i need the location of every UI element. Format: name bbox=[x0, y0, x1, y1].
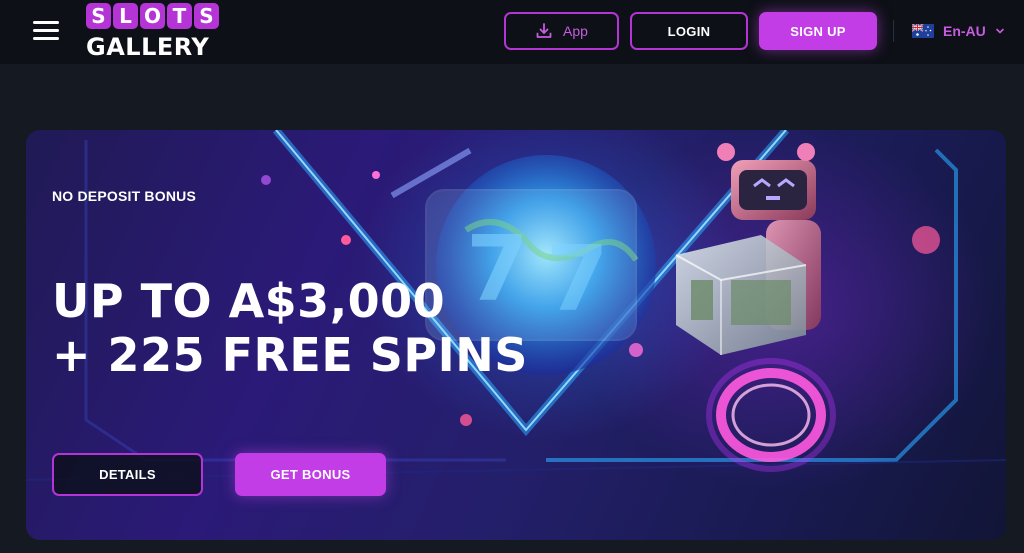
logo-letter: O bbox=[140, 3, 165, 29]
language-selector[interactable]: En-AU bbox=[912, 20, 1005, 42]
get-bonus-button[interactable]: GET BONUS bbox=[235, 453, 386, 496]
login-button[interactable]: LOGIN bbox=[630, 12, 748, 50]
logo-letter: T bbox=[167, 3, 192, 29]
details-button[interactable]: DETAILS bbox=[52, 453, 203, 496]
hamburger-menu-icon[interactable] bbox=[33, 21, 59, 41]
login-button-label: LOGIN bbox=[667, 23, 711, 39]
svg-text:7: 7 bbox=[546, 227, 609, 332]
headline-line-1: UP TO A$3,000 bbox=[52, 274, 446, 328]
logo-letter: L bbox=[113, 3, 138, 29]
chevron-down-icon bbox=[995, 28, 1004, 34]
header-divider bbox=[893, 20, 894, 42]
headline-line-2: + 225 FREE SPINS bbox=[52, 328, 528, 382]
hero-banner: 7 7 NO DEPOSIT BONUS UP TO A$3,000 + 225… bbox=[26, 130, 1006, 540]
bonus-headline: UP TO A$3,000 + 225 FREE SPINS bbox=[52, 274, 528, 382]
app-button-label: App bbox=[563, 23, 588, 39]
signup-button-label: SIGN UP bbox=[790, 23, 846, 39]
signup-button[interactable]: SIGN UP bbox=[759, 12, 877, 50]
site-logo[interactable]: S L O T S GALLERY bbox=[86, 3, 222, 61]
details-button-label: DETAILS bbox=[99, 467, 156, 482]
get-bonus-button-label: GET BONUS bbox=[270, 467, 351, 482]
logo-slots: S L O T S bbox=[86, 3, 219, 29]
app-download-button[interactable]: App bbox=[504, 12, 619, 50]
download-icon bbox=[536, 23, 552, 38]
logo-letter: S bbox=[86, 3, 111, 29]
bonus-eyebrow: NO DEPOSIT BONUS bbox=[52, 188, 196, 204]
language-label: En-AU bbox=[943, 23, 986, 39]
logo-gallery: GALLERY bbox=[86, 33, 210, 61]
australia-flag-icon bbox=[912, 24, 934, 38]
site-header: S L O T S GALLERY App LOGIN SIGN UP En-A… bbox=[0, 0, 1024, 64]
logo-letter: S bbox=[194, 3, 219, 29]
